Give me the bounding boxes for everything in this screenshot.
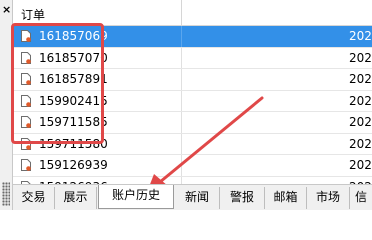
terminal-sidebar: × bbox=[0, 0, 13, 210]
column-divider bbox=[181, 26, 182, 47]
document-icon bbox=[21, 116, 31, 128]
order-ticket: 161857891 bbox=[39, 72, 108, 86]
tab-market[interactable]: 市场 bbox=[307, 187, 350, 209]
bottom-tab-bar: 交易 展示 账户历史 新闻 警报 邮箱 市场 信 bbox=[13, 184, 372, 210]
table-row[interactable]: 159711580 2023 bbox=[13, 133, 372, 155]
tab-account-history[interactable]: 账户历史 bbox=[98, 185, 174, 209]
document-icon bbox=[21, 51, 31, 64]
column-divider bbox=[181, 133, 182, 154]
grip-icon[interactable] bbox=[2, 182, 10, 206]
order-ticket: 159711585 bbox=[39, 115, 108, 129]
tab-exposure[interactable]: 展示 bbox=[55, 187, 97, 209]
document-icon bbox=[21, 73, 31, 85]
document-icon bbox=[21, 159, 31, 171]
table-row[interactable]: 159711585 2023 bbox=[13, 112, 372, 134]
order-time: 2023 bbox=[349, 72, 372, 86]
order-time: 2023 bbox=[349, 29, 372, 43]
table-row[interactable]: 161857891 2023 bbox=[13, 69, 372, 91]
column-header-order[interactable]: 订单 bbox=[21, 6, 45, 23]
table-row[interactable]: 159126939 2023 bbox=[13, 155, 372, 177]
table-row[interactable]: 161857070 2023 bbox=[13, 47, 372, 69]
order-time: 2023 bbox=[349, 158, 372, 172]
document-icon bbox=[21, 94, 31, 107]
tab-trade[interactable]: 交易 bbox=[13, 187, 55, 209]
column-divider bbox=[181, 90, 182, 111]
order-time: 2023 bbox=[349, 93, 372, 108]
document-icon bbox=[21, 30, 31, 42]
table-header: 订单 bbox=[13, 0, 372, 26]
order-time: 2023 bbox=[349, 115, 372, 129]
order-time: 2023 bbox=[349, 136, 372, 151]
tab-signals[interactable]: 信 bbox=[350, 187, 372, 209]
tab-news[interactable]: 新闻 bbox=[175, 187, 220, 209]
order-time: 2023 bbox=[349, 50, 372, 65]
column-divider bbox=[181, 69, 182, 90]
close-icon[interactable]: × bbox=[2, 4, 11, 15]
tab-mailbox[interactable]: 邮箱 bbox=[265, 187, 307, 209]
order-ticket: 159902415 bbox=[39, 93, 108, 108]
column-divider bbox=[181, 155, 182, 176]
orders-table: 161857069 2023 161857070 2023 161857891 … bbox=[13, 26, 372, 198]
order-ticket: 159711580 bbox=[39, 136, 108, 151]
order-ticket: 159126939 bbox=[39, 158, 108, 172]
order-ticket: 161857070 bbox=[39, 50, 108, 65]
order-ticket: 161857069 bbox=[39, 29, 108, 43]
tab-alerts[interactable]: 警报 bbox=[220, 187, 265, 209]
table-row[interactable]: 161857069 2023 bbox=[13, 26, 372, 48]
table-row[interactable]: 159902415 2023 bbox=[13, 90, 372, 112]
column-divider bbox=[181, 47, 182, 68]
document-icon bbox=[21, 137, 31, 150]
column-divider bbox=[181, 112, 182, 133]
column-divider[interactable] bbox=[181, 0, 182, 26]
